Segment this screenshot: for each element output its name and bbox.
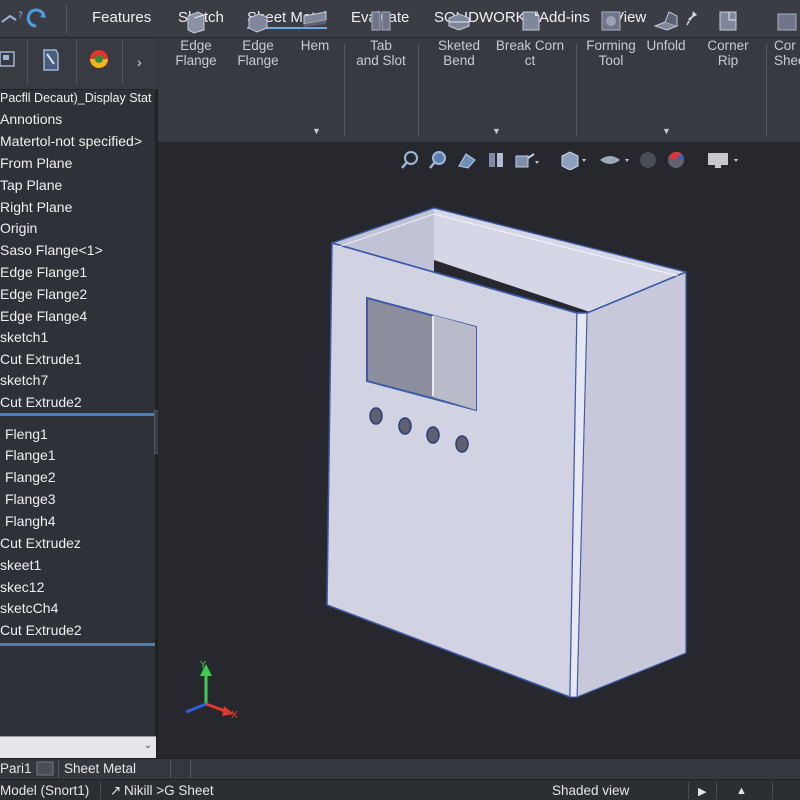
tab-sheet-metal-doc[interactable]: Sheet Metal <box>64 761 136 776</box>
status-divider <box>100 782 101 799</box>
hole-4 <box>455 435 469 453</box>
sheet-tab-icon <box>36 761 54 776</box>
status-message: Nikill >G Sheet <box>124 783 214 798</box>
tab-part[interactable]: Pari1 <box>0 761 32 776</box>
front-face <box>326 242 578 699</box>
status-divider <box>688 782 689 799</box>
status-divider <box>716 782 717 799</box>
status-view-mode: Shaded view <box>552 783 630 798</box>
hole-3 <box>426 426 440 444</box>
coordinate-triad: Y X <box>185 660 238 721</box>
tab-divider <box>58 760 59 778</box>
axis-y-label: Y <box>199 660 207 671</box>
hole-1 <box>369 407 383 425</box>
tab-divider <box>170 760 171 778</box>
play-icon[interactable]: ▶ <box>698 785 706 798</box>
expand-up-icon[interactable]: ▲ <box>736 785 747 797</box>
axis-x-label: X <box>231 710 238 721</box>
right-side-face <box>576 271 687 698</box>
document-tabs: Pari1 Sheet Metal <box>0 758 800 779</box>
hole-2 <box>398 417 412 435</box>
tab-divider <box>190 760 191 778</box>
sheet-metal-box-model[interactable]: Y X <box>0 0 800 800</box>
status-transfer-icon: ↗ <box>110 783 122 798</box>
status-divider <box>772 782 773 799</box>
window-inner-face <box>433 315 476 410</box>
status-model: Model (Snort1) <box>0 783 90 798</box>
status-bar: Model (Snort1) ↗ Nikill >G Sheet Shaded … <box>0 779 800 800</box>
